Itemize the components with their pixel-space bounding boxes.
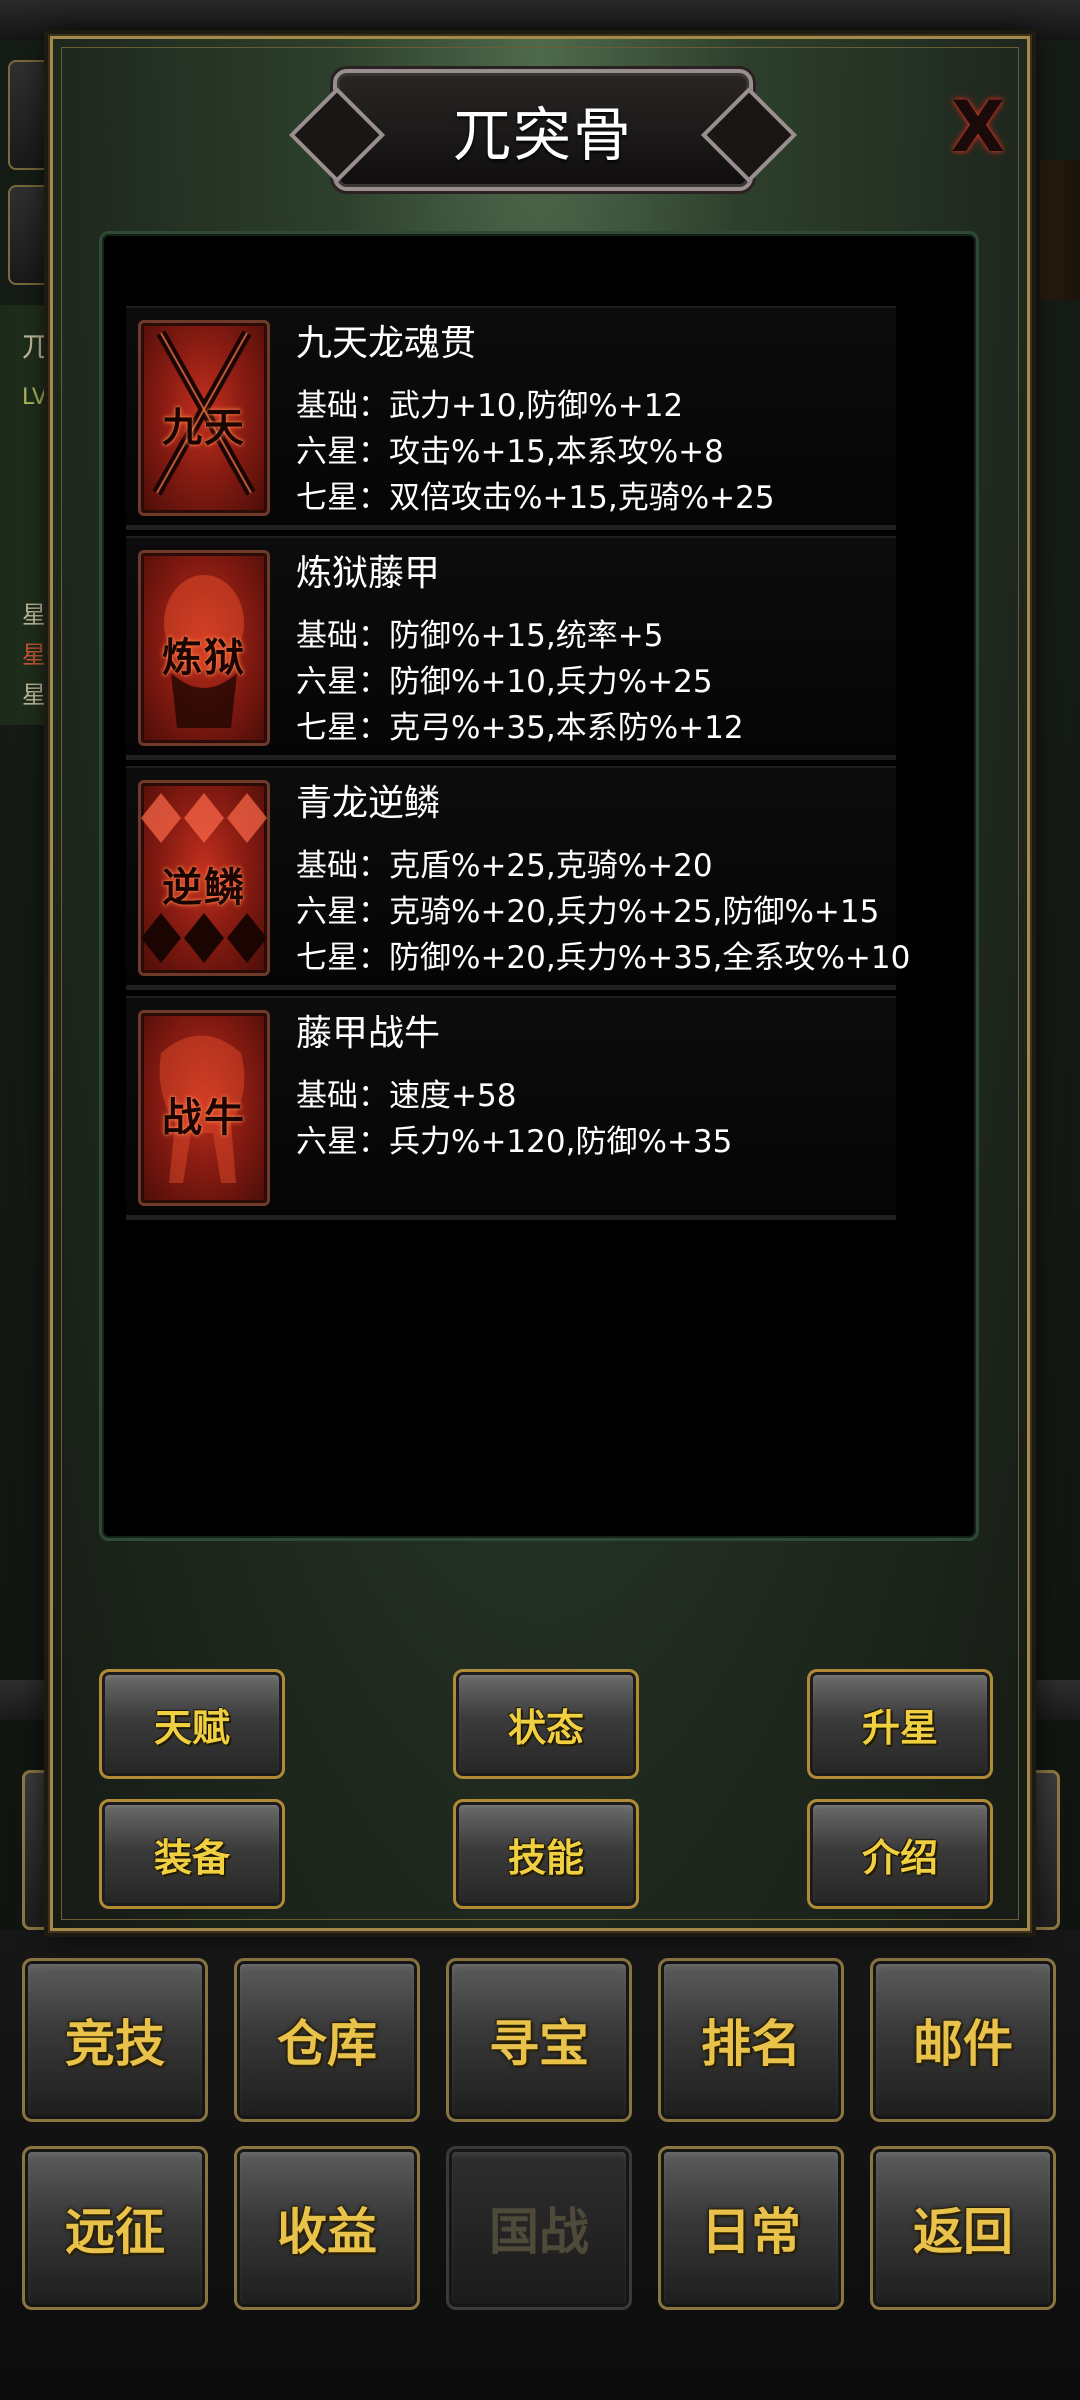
equipment-stat-base: 基础：速度+58: [296, 1078, 517, 1114]
equipment-stat-six-star: 六星：攻击%+15,本系攻%+8: [296, 434, 724, 470]
icon-label: 九天: [162, 405, 246, 451]
tab-intro-button[interactable]: 介绍: [807, 1799, 993, 1909]
tab-star-up-button[interactable]: 升星: [807, 1669, 993, 1779]
menu-return-button[interactable]: 返回: [870, 2146, 1056, 2310]
menu-nation-war-button: 国战: [446, 2146, 632, 2310]
icon-label: 逆鳞: [162, 865, 246, 911]
equipment-stat-six-star: 六星：克骑%+20,兵力%+25,防御%+15: [296, 894, 880, 930]
hero-info-panel: 兀 LV 星 星 星: [0, 305, 55, 725]
hero-detail-modal: 兀突骨 X 九天 九天龙魂贯 基础：武力+10,防御%+12 六星：攻击%+15…: [48, 34, 1032, 1933]
equipment-stat-base: 基础：防御%+15,统率+5: [296, 618, 664, 654]
icon-label: 战牛: [162, 1095, 246, 1141]
menu-daily-button[interactable]: 日常: [658, 2146, 844, 2310]
war-ox-icon: 战牛: [138, 1010, 270, 1206]
rattan-armor-icon: 炼狱: [138, 550, 270, 746]
menu-warehouse-button[interactable]: 仓库: [234, 1958, 420, 2122]
equipment-stat-seven-star: 七星：克弓%+35,本系防%+12: [296, 710, 744, 746]
tab-skills-button[interactable]: 技能: [453, 1799, 639, 1909]
tab-status-button[interactable]: 状态: [453, 1669, 639, 1779]
hero-info-star: 星: [22, 601, 46, 629]
hero-info-star: 星: [22, 641, 46, 669]
title-plaque: 兀突骨: [333, 69, 753, 191]
top-status-strip: [0, 0, 1080, 40]
equipment-name: 九天龙魂贯: [296, 323, 477, 364]
menu-arena-button[interactable]: 竞技: [22, 1958, 208, 2122]
tab-equipment-button[interactable]: 装备: [99, 1799, 285, 1909]
menu-mail-button[interactable]: 邮件: [870, 1958, 1056, 2122]
tab-talent-button[interactable]: 天赋: [99, 1669, 285, 1779]
equipment-row[interactable]: 战牛 藤甲战牛 基础：速度+58 六星：兵力%+120,防御%+35: [126, 996, 896, 1220]
equipment-name: 炼狱藤甲: [296, 553, 441, 594]
menu-treasure-hunt-button[interactable]: 寻宝: [446, 1958, 632, 2122]
icon-label: 炼狱: [162, 635, 246, 681]
menu-earnings-button[interactable]: 收益: [234, 2146, 420, 2310]
hero-name-title: 兀突骨: [452, 101, 633, 169]
equipment-stat-base: 基础：克盾%+25,克骑%+20: [296, 848, 713, 884]
equipment-name: 藤甲战牛: [296, 1013, 441, 1054]
equipment-row[interactable]: 逆鳞 青龙逆鳞 基础：克盾%+25,克骑%+20 六星：克骑%+20,兵力%+2…: [126, 766, 910, 990]
equipment-stat-base: 基础：武力+10,防御%+12: [296, 388, 684, 424]
hero-info-level: LV: [22, 385, 47, 410]
hero-info-star: 星: [22, 681, 46, 709]
equipment-name: 青龙逆鳞: [296, 783, 441, 824]
hero-info-char: 兀: [22, 330, 51, 363]
equipment-stat-six-star: 六星：防御%+10,兵力%+25: [296, 664, 713, 700]
equipment-stat-seven-star: 七星：双倍攻击%+15,克骑%+25: [296, 480, 775, 516]
equipment-row[interactable]: 九天 九天龙魂贯 基础：武力+10,防御%+12 六星：攻击%+15,本系攻%+…: [126, 306, 896, 530]
equipment-stat-six-star: 六星：兵力%+120,防御%+35: [296, 1124, 733, 1160]
equipment-stat-seven-star: 七星：防御%+20,兵力%+35,全系攻%+10: [296, 940, 911, 976]
right-edge-decoration: [1040, 160, 1080, 300]
menu-expedition-button[interactable]: 远征: [22, 2146, 208, 2310]
equipment-list-panel: 九天 九天龙魂贯 基础：武力+10,防御%+12 六星：攻击%+15,本系攻%+…: [99, 231, 979, 1541]
close-icon[interactable]: X: [943, 87, 1013, 167]
crossed-swords-icon: 九天: [138, 320, 270, 516]
equipment-row[interactable]: 炼狱 炼狱藤甲 基础：防御%+15,统率+5 六星：防御%+10,兵力%+25 …: [126, 536, 896, 760]
menu-ranking-button[interactable]: 排名: [658, 1958, 844, 2122]
dragon-scale-icon: 逆鳞: [138, 780, 270, 976]
